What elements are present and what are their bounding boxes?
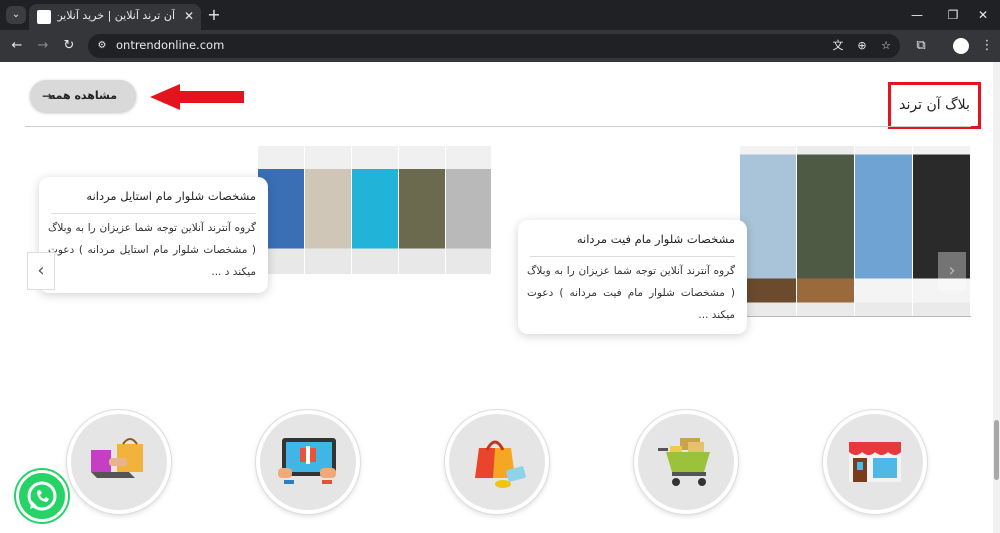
menu-kebab-icon[interactable]: ⋮ (980, 37, 994, 55)
shopping-bag-hand-icon (91, 438, 143, 478)
whatsapp-icon (27, 481, 57, 511)
address-bar[interactable]: ⚙ ontrendonline.com 文 ⊕ ☆ (88, 34, 900, 58)
scrollbar-thumb[interactable] (994, 420, 999, 480)
feature-circle-store[interactable] (823, 410, 927, 514)
shopping-cart-icon (658, 438, 710, 486)
feature-circle-online[interactable] (256, 410, 360, 514)
shopping-bag-coin-icon (475, 440, 526, 488)
page-content: مشاهده همه → بلاگ آن ترند مشخصات شلوار م… (0, 62, 1000, 533)
browser-tab[interactable]: آن ترند آنلاین | خرید آنلاین کالا از ...… (29, 4, 201, 30)
restore-button[interactable]: ❐ (938, 4, 968, 26)
card-excerpt: گروه آنترند آنلاین توجه شما عزیزان را به… (48, 222, 256, 278)
forward-icon[interactable]: → (34, 37, 52, 55)
view-all-label: مشاهده همه (48, 89, 118, 102)
card-image-underline (740, 316, 971, 317)
reload-icon[interactable]: ↻ (60, 37, 78, 55)
blog-card[interactable]: مشخصات شلوار مام استایل مردانه گروه آنتر… (39, 177, 268, 293)
browser-toolbar: ← → ↻ ⚙ ontrendonline.com 文 ⊕ ☆ ⧉ ⋮ (0, 30, 1000, 62)
whatsapp-button[interactable] (16, 470, 68, 522)
view-all-button[interactable]: مشاهده همه → (30, 80, 136, 112)
translate-icon[interactable]: 文 (830, 38, 846, 54)
new-tab-button[interactable]: + (205, 6, 223, 24)
minimize-button[interactable]: — (902, 4, 932, 26)
blog-section-title-box: بلاگ آن ترند (888, 82, 981, 129)
arrow-right-icon: → (42, 89, 53, 103)
slider-next-button[interactable]: › (938, 252, 966, 290)
tab-title: آن ترند آنلاین | خرید آنلاین کالا از ... (57, 9, 175, 22)
section-divider (25, 126, 971, 127)
card-title[interactable]: مشخصات شلوار مام فیت مردانه (577, 232, 735, 246)
url-text[interactable]: ontrendonline.com (116, 38, 224, 52)
page-scrollbar[interactable] (993, 62, 1000, 533)
feature-circle-shopping[interactable] (67, 410, 171, 514)
card-title[interactable]: مشخصات شلوار مام استایل مردانه (86, 189, 256, 203)
extensions-icon[interactable]: ⧉ (912, 37, 930, 55)
browser-tab-bar: ⌄ آن ترند آنلاین | خرید آنلاین کالا از .… (0, 0, 1000, 30)
back-icon[interactable]: ← (8, 37, 26, 55)
site-info-icon[interactable]: ⚙ (94, 38, 110, 54)
feature-circle-cart[interactable] (634, 410, 738, 514)
storefront-icon (849, 442, 901, 482)
profile-avatar[interactable] (953, 38, 969, 54)
card-divider (530, 256, 735, 257)
tab-search-button[interactable]: ⌄ (6, 6, 26, 24)
tablet-shopping-icon (278, 438, 336, 484)
blog-section-title: بلاگ آن ترند (899, 97, 970, 113)
bookmark-star-icon[interactable]: ☆ (878, 38, 894, 54)
tab-close-icon[interactable]: ✕ (181, 8, 197, 24)
red-annotation-arrow-icon (150, 84, 244, 110)
card-excerpt: گروه آنترند آنلاین توجه شما عزیزان را به… (527, 265, 735, 321)
close-window-button[interactable]: ✕ (968, 4, 998, 26)
zoom-icon[interactable]: ⊕ (854, 38, 870, 54)
card-image-mom-style[interactable] (258, 146, 492, 274)
card-image-mom-fit[interactable] (740, 146, 971, 316)
slider-prev-button[interactable]: ‹ (27, 252, 55, 290)
favicon-icon (37, 10, 51, 24)
blog-card[interactable]: مشخصات شلوار مام فیت مردانه گروه آنترند … (518, 220, 747, 334)
feature-circle-payment[interactable] (445, 410, 549, 514)
card-divider (51, 213, 256, 214)
